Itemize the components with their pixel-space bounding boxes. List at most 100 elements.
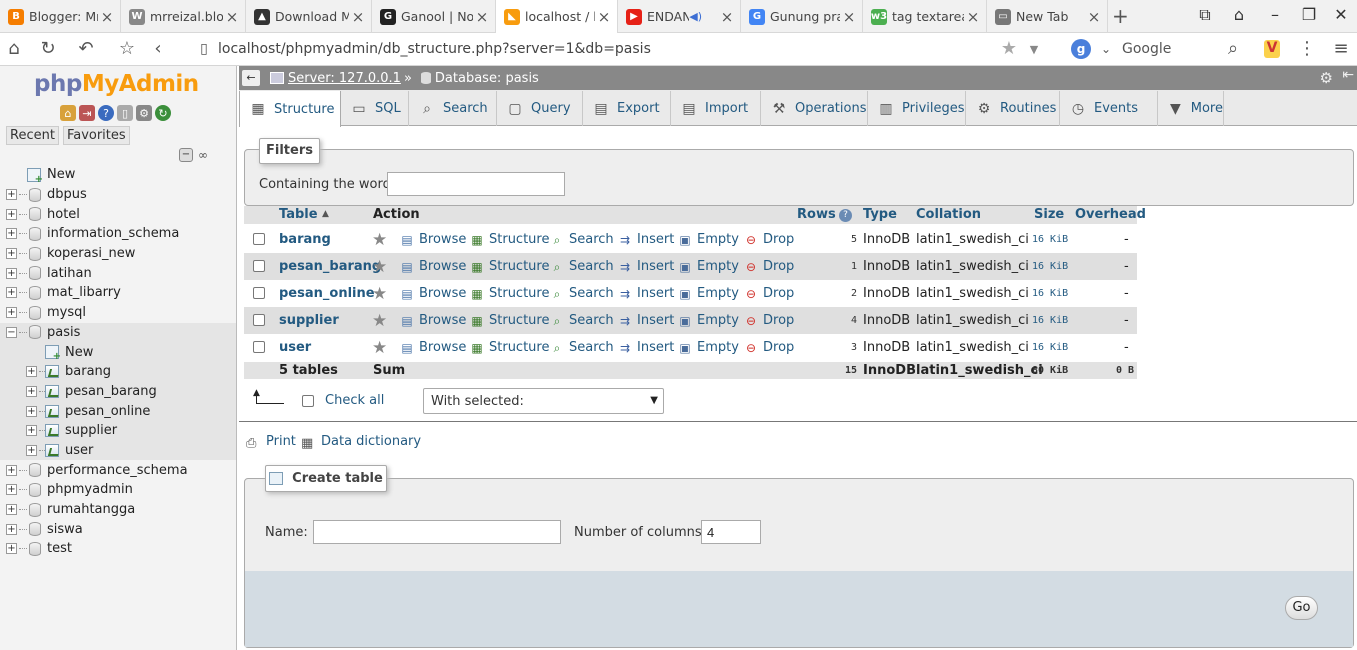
close-icon[interactable]: × [840, 8, 858, 26]
check-all-label[interactable]: Check all [325, 393, 384, 408]
logout-icon[interactable]: ⇥ [79, 105, 95, 121]
search-action[interactable]: ⌕ Search [549, 232, 614, 247]
browser-tab-endank[interactable]: ▶ENDANK◀)× [618, 0, 741, 33]
table-name-link[interactable]: supplier [279, 313, 339, 328]
empty-action[interactable]: ▣ Empty [677, 340, 739, 355]
browse-action[interactable]: ▤ Browse [399, 259, 466, 274]
close-icon[interactable]: × [223, 8, 241, 26]
tab-more[interactable]: ▼ More [1158, 91, 1224, 126]
insert-action[interactable]: ⇉ Insert [617, 313, 674, 328]
drop-action[interactable]: ⊖ Drop [743, 232, 794, 247]
search-box[interactable]: Google [1122, 41, 1171, 57]
table-name-link[interactable]: user [279, 340, 311, 355]
help-icon[interactable]: ? [98, 105, 114, 121]
collapse-all-icon[interactable]: − [179, 148, 193, 162]
expand-icon[interactable]: + [26, 366, 37, 378]
tree-new-database[interactable]: New [0, 165, 236, 185]
row-checkbox[interactable] [253, 314, 265, 326]
insert-action[interactable]: ⇉ Insert [617, 286, 674, 301]
browser-tab-ganool[interactable]: G Ganool | No × [372, 0, 496, 33]
filter-input[interactable] [387, 172, 565, 196]
close-window-icon[interactable]: ✕ [1329, 5, 1353, 24]
bookmark-page-icon[interactable]: ★ [998, 38, 1020, 59]
table-name-link[interactable]: pesan_online [279, 286, 375, 301]
row-checkbox[interactable] [253, 287, 265, 299]
browser-tab-blogger[interactable]: B Blogger: Mr × [0, 0, 121, 33]
tab-structure[interactable]: ▦ Structure [239, 91, 341, 127]
tree-database-dbpus[interactable]: + dbpus [0, 185, 236, 205]
more-menu-icon[interactable]: ⋮ [1296, 38, 1318, 59]
close-icon[interactable]: × [473, 8, 491, 26]
expand-icon[interactable]: + [26, 444, 37, 456]
tab-routines[interactable]: ⚙ Routines [966, 91, 1060, 126]
extensions-icon[interactable]: ⌂ [1227, 5, 1251, 24]
reload-icon[interactable]: ↻ [37, 38, 59, 59]
expand-icon[interactable]: + [6, 464, 17, 476]
table-size[interactable]: 16 KiB [1032, 288, 1068, 299]
breadcrumb-server-link[interactable]: Server: 127.0.0.1 [288, 71, 401, 86]
favorite-star-icon[interactable]: ★ [372, 338, 387, 358]
empty-action[interactable]: ▣ Empty [677, 259, 739, 274]
browser-tab-newtab[interactable]: ▭ New Tab × [987, 0, 1108, 33]
tree-database-koperasi_new[interactable]: + koperasi_new [0, 244, 236, 264]
tree-new-table[interactable]: New [0, 342, 236, 362]
browser-tab-mrreizal[interactable]: Wmrreizal.blo × [121, 0, 246, 33]
expand-icon[interactable]: + [6, 287, 17, 299]
expand-icon[interactable]: + [6, 248, 17, 260]
tab-search[interactable]: ⌕ Search [409, 91, 497, 126]
data-dictionary-link[interactable]: Data dictionary [321, 434, 421, 449]
tab-sql[interactable]: ▭ SQL [341, 91, 409, 126]
empty-action[interactable]: ▣ Empty [677, 232, 739, 247]
expand-icon[interactable]: + [6, 208, 17, 220]
expand-icon[interactable]: + [6, 543, 17, 555]
new-tab-icon[interactable]: + [1112, 4, 1129, 28]
favorite-star-icon[interactable]: ★ [372, 284, 387, 304]
bookmark-star-icon[interactable]: ☆ [116, 38, 138, 59]
tree-database-information_schema[interactable]: + information_schema [0, 224, 236, 244]
row-checkbox[interactable] [253, 260, 265, 272]
go-button[interactable]: Go [1285, 596, 1318, 620]
browser-tab-localhost[interactable]: ◣ localhost / l × [496, 0, 618, 33]
print-link[interactable]: Print [266, 434, 296, 449]
drop-action[interactable]: ⊖ Drop [743, 313, 794, 328]
empty-action[interactable]: ▣ Empty [677, 313, 739, 328]
home-icon[interactable]: ⌂ [3, 38, 25, 59]
tab-export[interactable]: ▤ Export [583, 91, 671, 126]
tree-database-mysql[interactable]: + mysql [0, 303, 236, 323]
structure-action[interactable]: ▦ Structure [469, 286, 549, 301]
back-icon[interactable]: ‹ [147, 38, 169, 59]
search-action[interactable]: ⌕ Search [549, 259, 614, 274]
maximize-icon[interactable]: ❐ [1297, 5, 1321, 24]
expand-icon[interactable]: + [26, 425, 37, 437]
columns-input[interactable] [701, 520, 761, 544]
collapse-nav-icon[interactable]: ← [242, 70, 260, 86]
page-info-icon[interactable]: ▯ [193, 41, 215, 57]
tree-table-pesan_online[interactable]: + pesan_online [0, 401, 236, 421]
expand-icon[interactable]: + [26, 405, 37, 417]
refresh-icon[interactable]: ↻ [155, 105, 171, 121]
tab-list-icon[interactable]: ⧉ [1193, 5, 1217, 25]
close-icon[interactable]: × [1085, 8, 1103, 26]
favorite-star-icon[interactable]: ★ [372, 230, 387, 250]
tree-database-latihan[interactable]: + latihan [0, 263, 236, 283]
search-engine-chevron-icon[interactable]: ⌄ [1095, 42, 1117, 56]
with-selected-select[interactable]: With selected: ▼ [423, 388, 664, 414]
browser-tab-download[interactable]: ▲ Download M × [246, 0, 372, 33]
close-icon[interactable]: × [98, 8, 116, 26]
sort-asc-icon[interactable]: ▲ [322, 209, 329, 219]
search-engine-icon[interactable]: g [1071, 39, 1091, 59]
expand-icon[interactable]: + [26, 385, 37, 397]
header-overhead[interactable]: Overhead [1075, 207, 1146, 222]
browse-action[interactable]: ▤ Browse [399, 286, 466, 301]
hamburger-menu-icon[interactable]: ≡ [1330, 38, 1352, 59]
header-size[interactable]: Size [1034, 207, 1064, 222]
recent-tab[interactable]: Recent [6, 126, 59, 145]
help-icon[interactable]: ? [839, 209, 852, 222]
browser-tab-gunung[interactable]: G Gunung pra × [741, 0, 863, 33]
structure-action[interactable]: ▦ Structure [469, 232, 549, 247]
tree-database-siswa[interactable]: + siswa [0, 519, 236, 539]
table-size[interactable]: 16 KiB [1032, 261, 1068, 272]
structure-action[interactable]: ▦ Structure [469, 313, 549, 328]
tree-database-performance_schema[interactable]: + performance_schema [0, 460, 236, 480]
browse-action[interactable]: ▤ Browse [399, 313, 466, 328]
